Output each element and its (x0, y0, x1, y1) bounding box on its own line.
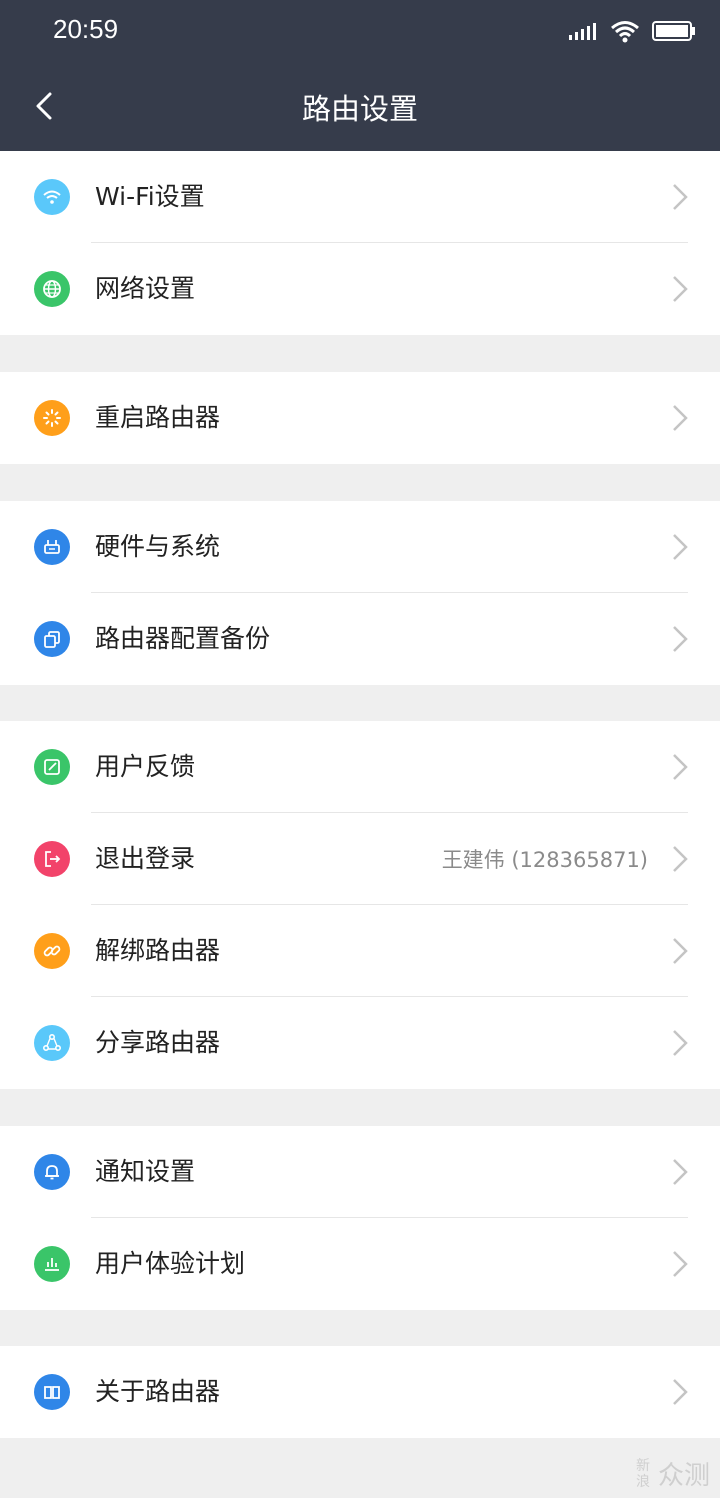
chevron-right-icon (673, 754, 688, 780)
watermark: 新浪 众测 (636, 1455, 710, 1492)
logout-icon (34, 841, 70, 877)
item-label: 重启路由器 (95, 403, 221, 432)
user-experience-item[interactable]: 用户体验计划 (0, 1218, 720, 1310)
backup-icon (34, 621, 70, 657)
chevron-right-icon (673, 534, 688, 560)
title-bar: 路由设置 (0, 60, 720, 151)
status-time: 20:59 (53, 14, 119, 44)
item-label: 网络设置 (95, 274, 196, 303)
battery-icon (652, 21, 695, 41)
watermark-text: 众测 (657, 1461, 710, 1491)
settings-group-system: 硬件与系统 路由器配置备份 (0, 501, 720, 685)
chevron-right-icon (673, 1379, 688, 1405)
feedback-icon (34, 749, 70, 785)
chevron-right-icon (673, 276, 688, 302)
item-label: 硬件与系统 (95, 532, 221, 561)
globe-icon (34, 271, 70, 307)
config-backup-item[interactable]: 路由器配置备份 (0, 593, 720, 685)
about-router-item[interactable]: 关于路由器 (0, 1346, 720, 1438)
item-label: 用户体验计划 (95, 1249, 246, 1278)
share-router-item[interactable]: 分享路由器 (0, 997, 720, 1089)
chevron-right-icon (673, 1159, 688, 1185)
status-icons (568, 18, 696, 44)
item-label: 路由器配置备份 (95, 624, 271, 653)
item-label: 解绑路由器 (95, 936, 221, 965)
share-icon (34, 1025, 70, 1061)
item-label: 分享路由器 (95, 1028, 221, 1057)
book-icon (34, 1374, 70, 1410)
network-settings-item[interactable]: 网络设置 (0, 243, 720, 335)
hardware-system-item[interactable]: 硬件与系统 (0, 501, 720, 593)
settings-group-network: Wi-Fi设置 网络设置 (0, 151, 720, 335)
unbind-router-item[interactable]: 解绑路由器 (0, 905, 720, 997)
item-label: 用户反馈 (95, 752, 196, 781)
settings-group-restart: 重启路由器 (0, 372, 720, 464)
notification-settings-item[interactable]: 通知设置 (0, 1126, 720, 1218)
chevron-right-icon (673, 1030, 688, 1056)
item-label: 通知设置 (95, 1157, 196, 1186)
chevron-right-icon (673, 184, 688, 210)
restart-router-item[interactable]: 重启路由器 (0, 372, 720, 464)
logout-item[interactable]: 退出登录 王建伟 (128365871) (0, 813, 720, 905)
settings-group-about: 关于路由器 (0, 1346, 720, 1438)
settings-group-account: 用户反馈 退出登录 王建伟 (128365871) 解绑路由器 分享路由器 (0, 721, 720, 1089)
account-name: 王建伟 (128365871) (441, 848, 648, 872)
chevron-right-icon (673, 846, 688, 872)
chart-icon (34, 1246, 70, 1282)
wifi-settings-item[interactable]: Wi-Fi设置 (0, 151, 720, 243)
item-label: 关于路由器 (95, 1377, 221, 1406)
status-bar: 20:59 (0, 0, 720, 60)
chevron-right-icon (673, 938, 688, 964)
restart-icon (34, 400, 70, 436)
page-title: 路由设置 (301, 92, 418, 126)
settings-group-notify: 通知设置 用户体验计划 (0, 1126, 720, 1310)
wifi-icon (34, 179, 70, 215)
unlink-icon (34, 933, 70, 969)
bell-icon (34, 1154, 70, 1190)
wifi-status-icon (611, 21, 639, 43)
hardware-icon (34, 529, 70, 565)
chevron-right-icon (673, 405, 688, 431)
item-label: Wi-Fi设置 (95, 182, 205, 211)
chevron-right-icon (673, 1251, 688, 1277)
signal-icon (569, 23, 596, 40)
item-label: 退出登录 (95, 844, 196, 873)
chevron-right-icon (673, 626, 688, 652)
watermark-small: 新浪 (635, 1457, 650, 1490)
user-feedback-item[interactable]: 用户反馈 (0, 721, 720, 813)
